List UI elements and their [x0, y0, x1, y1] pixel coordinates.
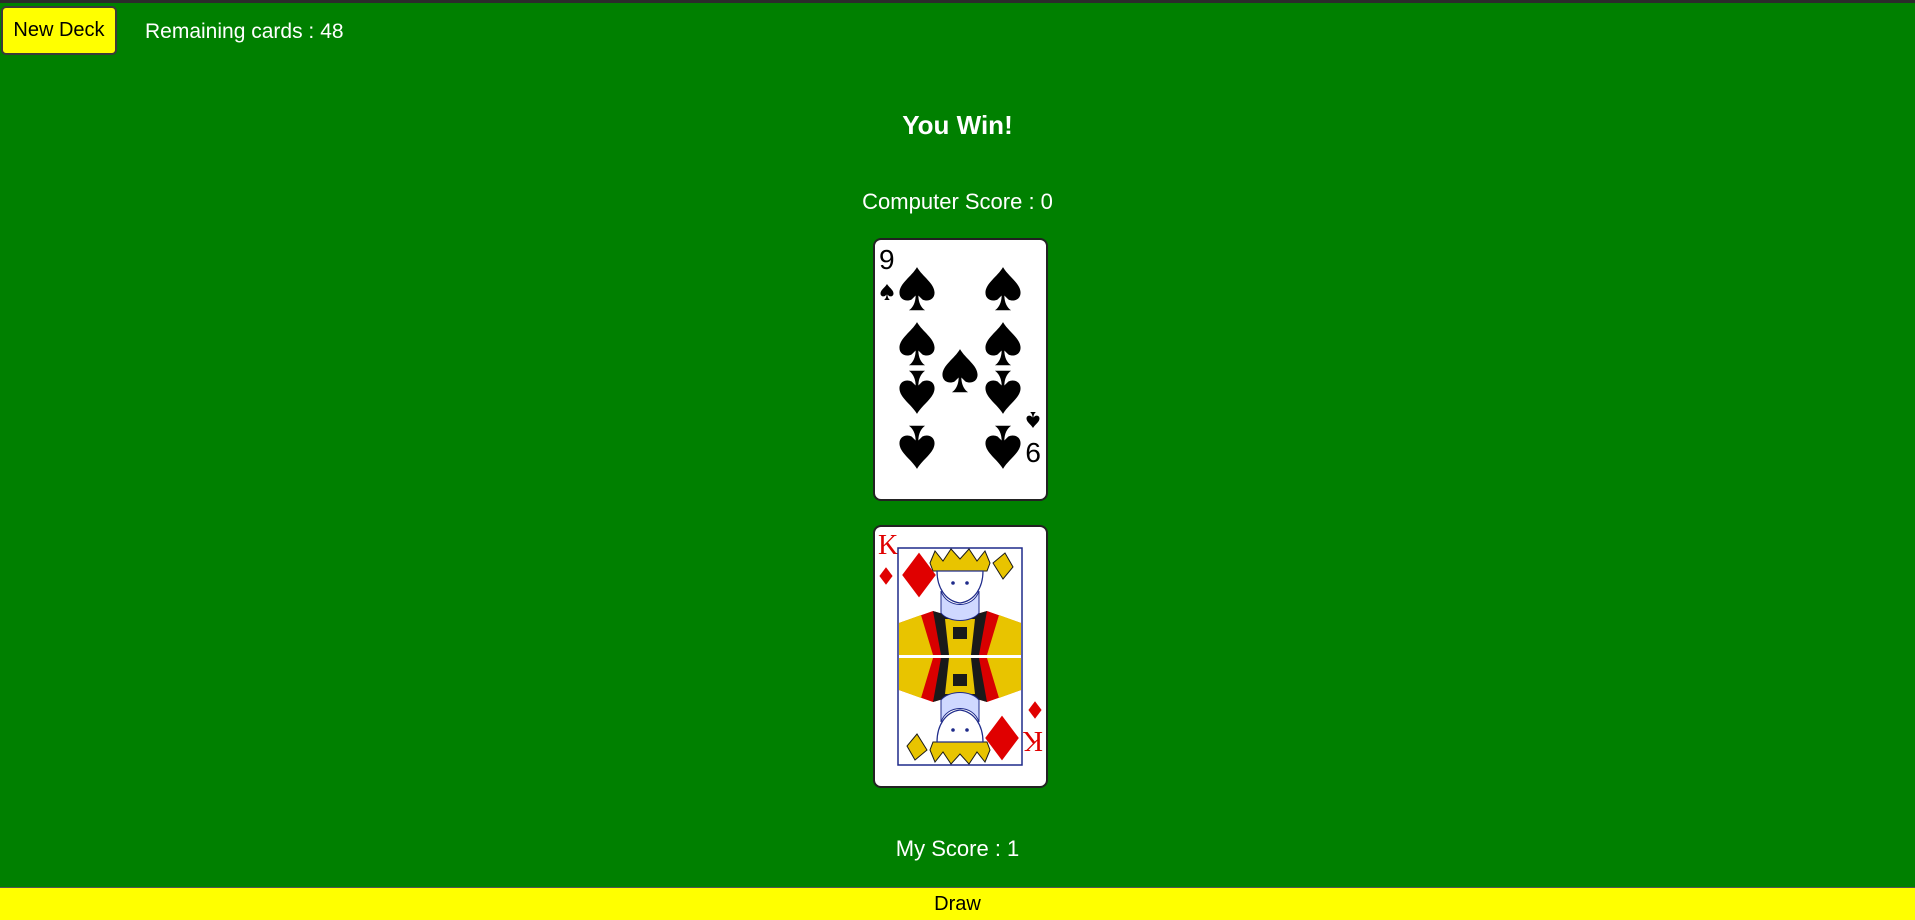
card-rank-bottom: 9 [1025, 437, 1041, 468]
spade-pip-icon [985, 425, 1021, 469]
my-score-value: 1 [1006, 836, 1020, 861]
spade-corner-icon [1026, 412, 1040, 428]
my-score-label: My Score : [895, 836, 1001, 861]
spade-corner-icon [880, 284, 894, 300]
new-deck-button[interactable]: New Deck [1, 6, 117, 55]
diamond-corner-icon [879, 567, 893, 585]
remaining-cards-counter: Remaining cards :48 [145, 20, 344, 44]
spade-pip-icon [899, 267, 935, 311]
nine-of-spades-card-face: 9 9 [879, 244, 1041, 469]
spade-pip-icon [985, 267, 1021, 311]
draw-button[interactable]: Draw [0, 887, 1915, 920]
computer-card: 9 9 [873, 238, 1048, 501]
card-rank-top: K [878, 530, 898, 561]
diamond-corner-icon [1028, 701, 1042, 719]
king-of-diamonds-card-face: K K [878, 530, 1043, 766]
spade-pip-icon [985, 322, 1021, 366]
spade-pip-icon [899, 370, 935, 414]
card-rank-bottom: K [1023, 725, 1043, 756]
computer-score-label: Computer Score : [862, 189, 1035, 214]
game-result: You Win! [902, 110, 1013, 140]
computer-score: Computer Score :0 [0, 189, 1915, 215]
player-card: K K [873, 525, 1048, 788]
remaining-cards-count: 48 [320, 20, 344, 43]
spade-pip-icon [985, 370, 1021, 414]
my-score: My Score :1 [0, 836, 1915, 862]
spade-pip-icon [899, 425, 935, 469]
computer-score-value: 0 [1040, 189, 1053, 214]
spade-pip-icon [899, 322, 935, 366]
remaining-cards-label: Remaining cards : [145, 20, 315, 43]
spade-pip-icon [942, 349, 978, 393]
card-rank-top: 9 [879, 244, 895, 275]
